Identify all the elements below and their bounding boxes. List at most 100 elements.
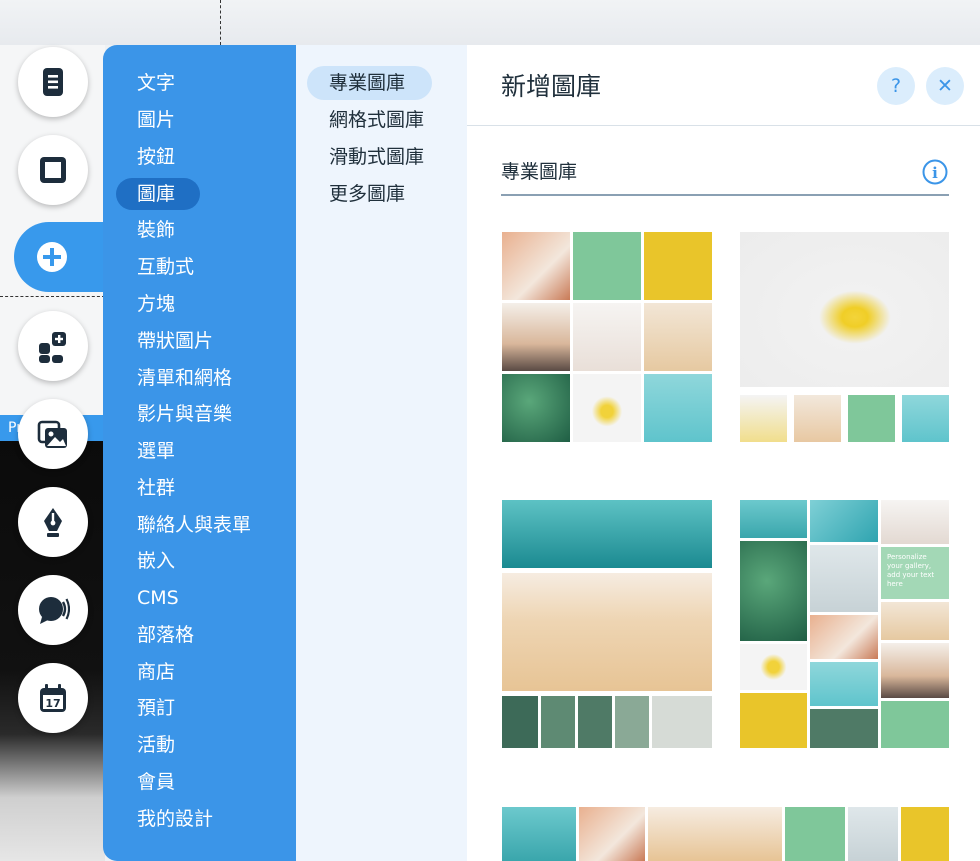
chat-bubble-icon	[39, 597, 70, 624]
editor-canvas-top	[0, 0, 980, 45]
gallery-tile	[740, 644, 807, 690]
gallery-tile	[615, 696, 649, 748]
category-decorative[interactable]: 裝飾	[137, 214, 175, 246]
gallery-caption-tile: Personalize your gallery, add your text …	[881, 547, 949, 599]
category-gallery[interactable]: 圖庫	[137, 178, 175, 210]
subcategory-grid-gallery[interactable]: 網格式圖庫	[329, 103, 424, 137]
subcategory-panel: 專業圖庫 網格式圖庫 滑動式圖庫 更多圖庫	[296, 45, 467, 861]
section-divider	[501, 194, 949, 196]
category-text[interactable]: 文字	[137, 67, 175, 99]
gallery-tile	[502, 303, 570, 371]
gallery-tile	[644, 232, 712, 300]
category-members[interactable]: 會員	[137, 766, 175, 798]
gallery-tile	[810, 500, 878, 542]
gallery-tile	[810, 545, 878, 612]
gallery-tile	[848, 395, 895, 442]
gallery-tile	[740, 395, 787, 442]
gallery-tile	[573, 374, 641, 442]
category-contact-forms[interactable]: 聯絡人與表單	[137, 509, 251, 541]
category-blog[interactable]: 部落格	[137, 619, 194, 651]
blog-button[interactable]	[18, 487, 88, 557]
gallery-tile	[740, 541, 807, 641]
gallery-tile	[652, 696, 712, 748]
pen-nib-icon	[44, 508, 62, 537]
gallery-tile	[740, 232, 949, 387]
media-images-icon	[37, 420, 67, 448]
category-panel: 文字 圖片 按鈕 圖庫 裝飾 互動式 方塊 帶狀圖片 清單和網格 影片與音樂 選…	[103, 45, 296, 861]
subcategory-more-galleries[interactable]: 更多圖庫	[329, 177, 405, 211]
apps-grid-icon	[39, 332, 66, 363]
gallery-thumbnail[interactable]	[502, 500, 712, 748]
chat-button[interactable]	[18, 575, 88, 645]
info-icon[interactable]: i	[922, 159, 948, 185]
gallery-tile	[740, 693, 807, 748]
gallery-tile	[644, 303, 712, 371]
close-icon: ✕	[937, 75, 953, 97]
category-lists-grids[interactable]: 清單和網格	[137, 362, 232, 394]
panel-title: 新增圖庫	[501, 72, 602, 101]
category-button[interactable]: 按鈕	[137, 141, 175, 173]
gallery-tile	[881, 643, 949, 698]
background-button[interactable]	[18, 135, 88, 205]
add-gallery-panel: 新增圖庫 ? ✕ 專業圖庫 i Personalize your gallery…	[467, 45, 980, 861]
gallery-tile	[502, 500, 712, 568]
category-events[interactable]: 活動	[137, 729, 175, 761]
close-button[interactable]: ✕	[926, 67, 964, 105]
gallery-tile	[578, 696, 612, 748]
gallery-tile	[502, 232, 570, 300]
plus-icon	[37, 242, 67, 272]
category-image[interactable]: 圖片	[137, 104, 175, 136]
subcategory-pro-gallery[interactable]: 專業圖庫	[329, 66, 405, 100]
category-interactive[interactable]: 互動式	[137, 251, 194, 283]
gallery-tile	[881, 701, 949, 748]
category-video-music[interactable]: 影片與音樂	[137, 398, 232, 430]
section-title: 專業圖庫	[501, 161, 578, 183]
gallery-thumbnail[interactable]	[502, 807, 949, 861]
gallery-tile	[579, 807, 645, 861]
gallery-tile	[573, 303, 641, 371]
pages-menu-button[interactable]	[18, 47, 88, 117]
gallery-thumbnail[interactable]	[740, 232, 949, 442]
gallery-tile	[541, 696, 575, 748]
gallery-tile	[810, 662, 878, 706]
header-divider	[467, 125, 980, 126]
subcategory-slider-gallery[interactable]: 滑動式圖庫	[329, 140, 424, 174]
gallery-tile	[648, 807, 782, 861]
category-bookings[interactable]: 預訂	[137, 692, 175, 724]
help-icon: ?	[890, 75, 902, 97]
gallery-tile	[502, 807, 576, 861]
category-strip[interactable]: 帶狀圖片	[137, 325, 213, 357]
gallery-tile	[502, 696, 538, 748]
category-menu[interactable]: 選單	[137, 435, 175, 467]
gallery-tile	[848, 807, 898, 861]
gallery-tile	[881, 602, 949, 640]
gallery-tile	[573, 232, 641, 300]
category-embed[interactable]: 嵌入	[137, 545, 175, 577]
category-store[interactable]: 商店	[137, 656, 175, 688]
gallery-thumbnail[interactable]: Personalize your gallery, add your text …	[740, 500, 949, 748]
help-button[interactable]: ?	[877, 67, 915, 105]
gallery-tile	[785, 807, 845, 861]
gallery-thumbnail[interactable]	[502, 232, 712, 442]
gallery-tile	[902, 395, 949, 442]
gallery-tile	[881, 500, 949, 544]
category-cms[interactable]: CMS	[137, 582, 179, 614]
background-square-icon	[40, 157, 66, 183]
svg-text:i: i	[932, 164, 938, 182]
media-button[interactable]	[18, 399, 88, 469]
gallery-tile	[502, 573, 712, 691]
bookings-button[interactable]: 17	[18, 663, 88, 733]
gallery-tile	[810, 615, 878, 659]
gallery-tile	[502, 374, 570, 442]
gallery-tile	[901, 807, 949, 861]
add-apps-button[interactable]	[18, 311, 88, 381]
category-my-designs[interactable]: 我的設計	[137, 803, 213, 835]
category-box[interactable]: 方塊	[137, 288, 175, 320]
gallery-tile	[794, 395, 841, 442]
category-social[interactable]: 社群	[137, 472, 175, 504]
pages-icon	[43, 68, 63, 96]
guide-line-vertical	[220, 0, 221, 45]
gallery-tile	[644, 374, 712, 442]
svg-text:17: 17	[45, 697, 60, 710]
guide-line-horizontal	[0, 296, 105, 297]
